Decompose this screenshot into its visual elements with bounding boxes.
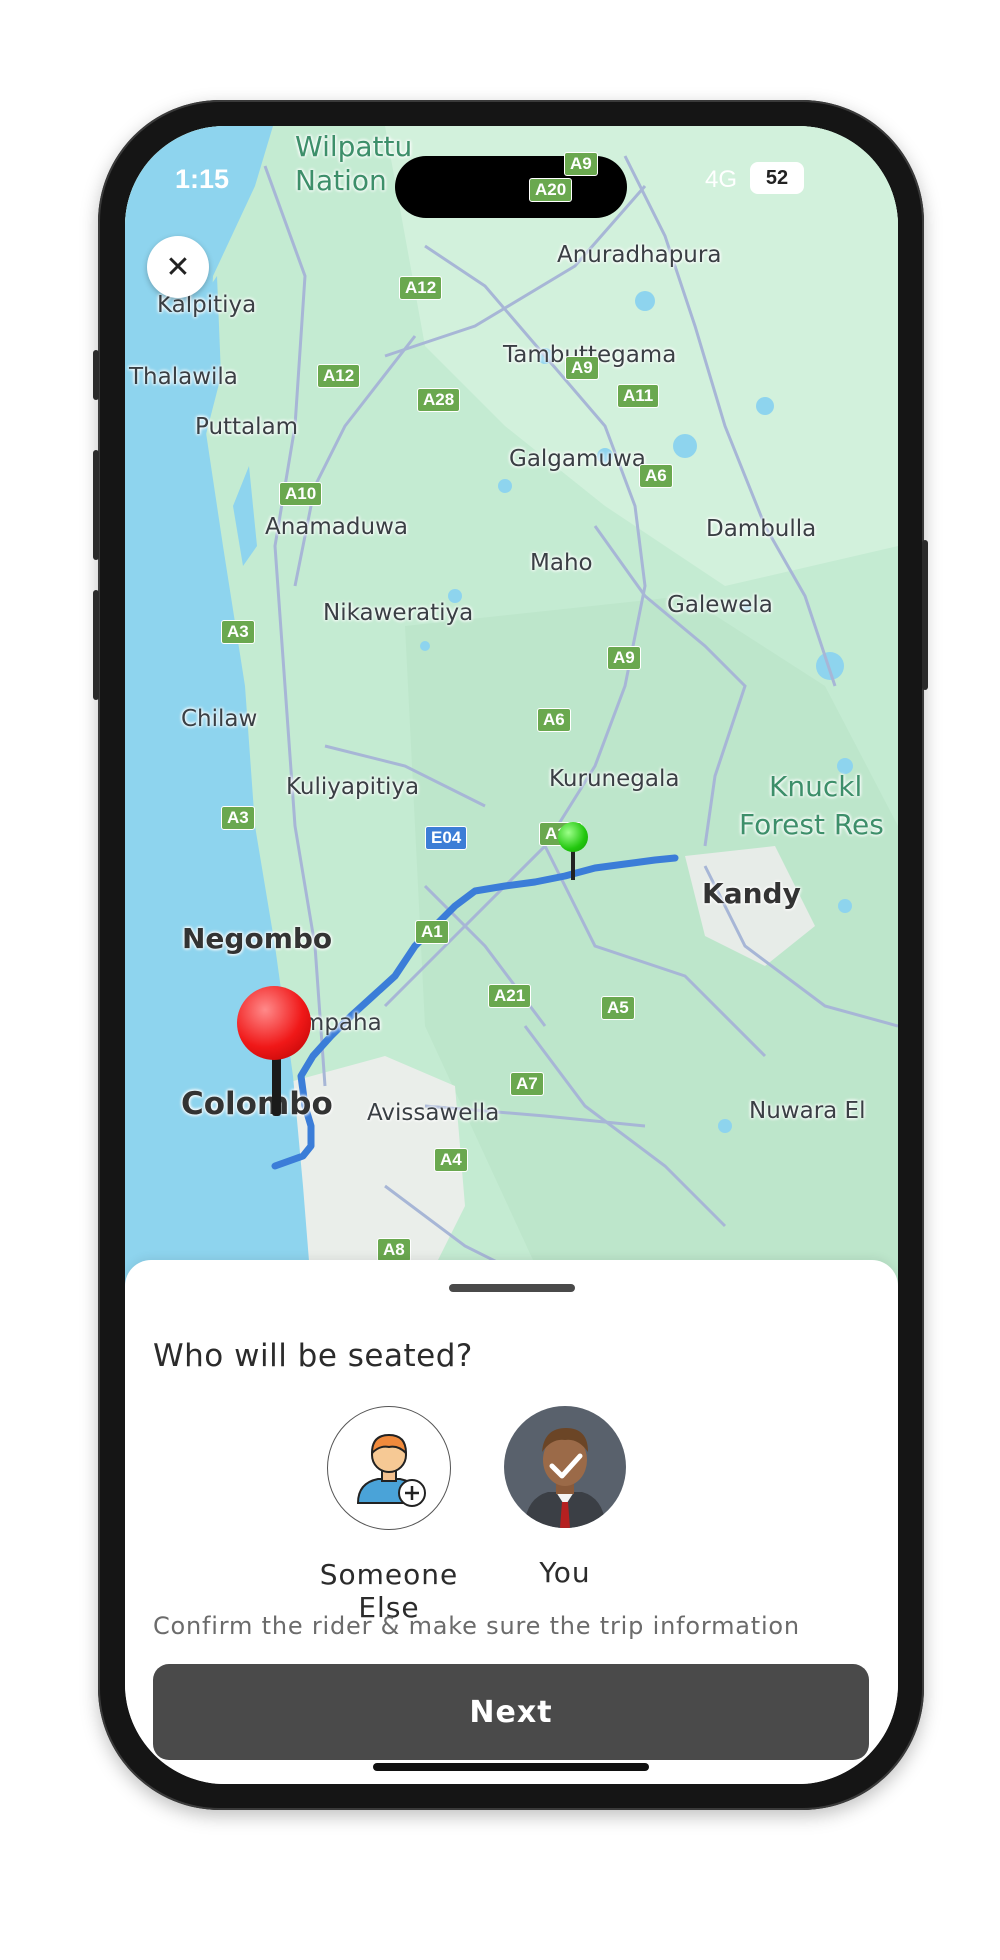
place-label: Kandy [702, 877, 801, 910]
place-label: Nikaweratiya [323, 600, 474, 626]
road-shield: A10 [279, 482, 323, 506]
place-label: Forest Res [739, 808, 884, 841]
road-shield: A5 [601, 996, 635, 1020]
battery-level: 52 [765, 166, 789, 189]
destination-pin-icon[interactable] [555, 822, 595, 882]
user-avatar [504, 1406, 626, 1528]
power-button [922, 540, 928, 690]
road-shield: A9 [564, 152, 598, 176]
volume-down-button [93, 590, 99, 700]
road-shield: A28 [417, 388, 461, 412]
place-label: Chilaw [181, 706, 258, 732]
status-time: 1:15 [175, 164, 230, 194]
place-label: Nation [295, 164, 387, 197]
road-shield: A9 [565, 356, 599, 380]
place-label: Knuckl [769, 770, 863, 803]
rider-selection-sheet: Who will be seated? Someone Else You Con… [125, 1260, 898, 1784]
place-label: Avissawella [367, 1100, 500, 1126]
road-shield: A8 [377, 1238, 411, 1262]
road-shield: A20 [529, 178, 573, 202]
road-shield: A11 [617, 384, 660, 408]
road-shield: A12 [399, 276, 443, 300]
place-label: Maho [530, 550, 593, 576]
place-label: Wilpattu [295, 130, 413, 163]
road-shield: A9 [607, 646, 641, 670]
road-shield: A21 [488, 984, 532, 1008]
route-map[interactable]: 1:15 4G 52 Wilpattu Nation Anuradhapura … [125, 126, 898, 1286]
place-label: Galewela [667, 592, 773, 618]
option-someone-else[interactable]: Someone Else [289, 1406, 489, 1624]
place-label: Anuradhapura [557, 242, 722, 268]
place-label: Kurunegala [549, 766, 680, 792]
place-label: Anamaduwa [265, 514, 408, 540]
option-you[interactable]: You [465, 1406, 665, 1589]
road-shield: A6 [639, 464, 673, 488]
add-person-icon [327, 1406, 451, 1530]
confirm-hint: Confirm the rider & make sure the trip i… [153, 1612, 800, 1640]
road-shield: A3 [221, 806, 255, 830]
place-label: Galgamuwa [509, 446, 646, 472]
road-shield: A6 [537, 708, 571, 732]
volume-up-button [93, 450, 99, 560]
road-shield: A7 [510, 1072, 544, 1096]
road-shield: A12 [317, 364, 361, 388]
road-shield: A4 [434, 1148, 468, 1172]
home-indicator[interactable] [373, 1763, 649, 1771]
next-button[interactable]: Next [153, 1664, 869, 1760]
close-button[interactable]: ✕ [147, 236, 209, 298]
network-label: 4G [705, 166, 738, 193]
action-button [93, 350, 99, 400]
phone-screen: 1:15 4G 52 Wilpattu Nation Anuradhapura … [125, 126, 898, 1784]
place-label: Kuliyapitiya [286, 774, 420, 800]
place-label: Thalawila [129, 364, 238, 390]
close-icon: ✕ [165, 249, 191, 285]
place-label: Nuwara El [749, 1098, 866, 1124]
option-label: You [539, 1556, 591, 1589]
sheet-title: Who will be seated? [153, 1338, 473, 1374]
battery-icon: 52 [750, 162, 804, 194]
sheet-drag-handle[interactable] [449, 1284, 575, 1292]
place-label: Dambulla [706, 516, 817, 542]
place-label: Negombo [182, 922, 333, 955]
road-shield: A1 [415, 920, 449, 944]
road-shield: A3 [221, 620, 255, 644]
road-shield: E04 [425, 826, 468, 850]
place-label: Puttalam [195, 414, 299, 440]
pickup-pin-icon[interactable] [237, 986, 317, 1126]
